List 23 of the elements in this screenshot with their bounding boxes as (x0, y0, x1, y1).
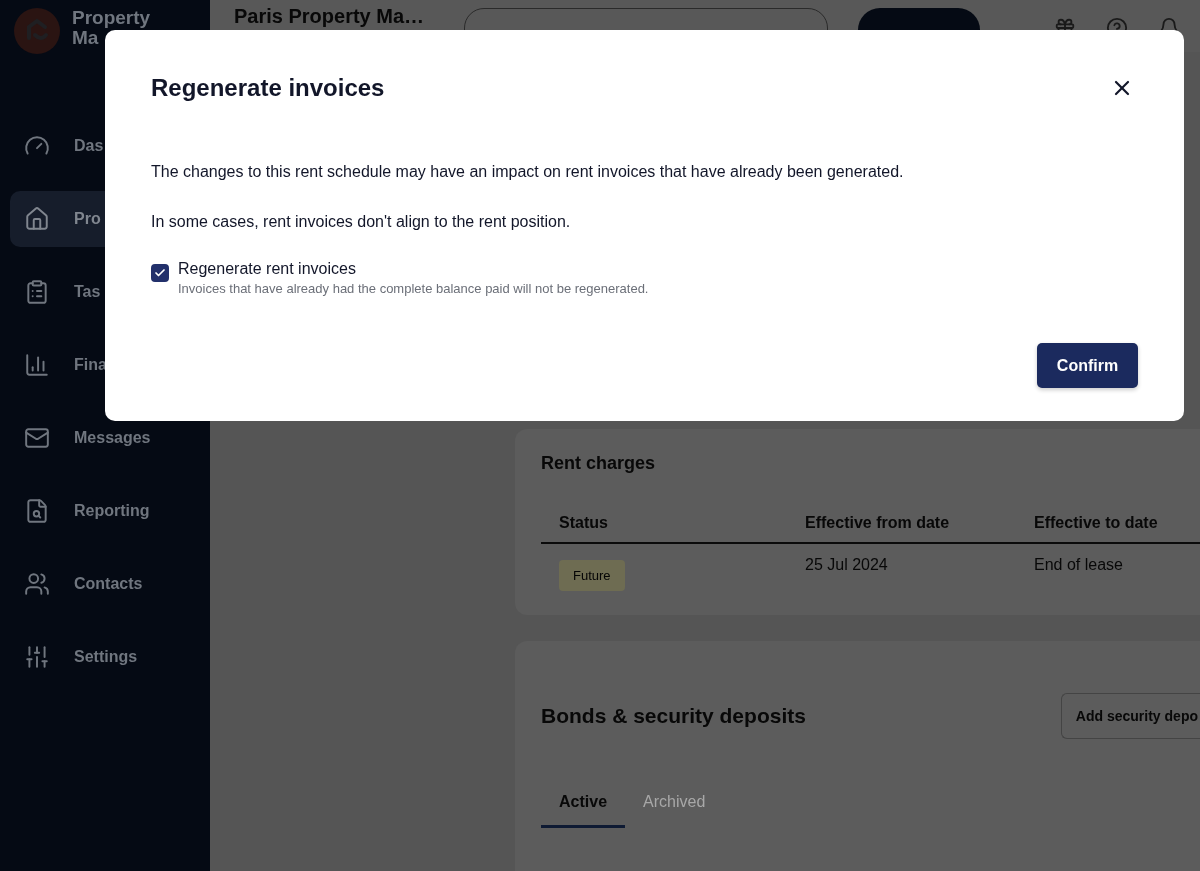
section-title: Rent charges (541, 453, 657, 474)
dialog-title: Regenerate invoices (151, 74, 385, 102)
page-title: Paris Property Ma… (234, 5, 426, 28)
nav-label: Tas (74, 283, 101, 301)
section-title: Bonds & security deposits (541, 704, 806, 728)
logo-text: Ma (72, 28, 99, 48)
nav-label: Contacts (74, 575, 143, 593)
checkbox-label: Regenerate rent invoices (178, 260, 357, 278)
nav-label: Das (74, 137, 104, 155)
nav-label: Settings (74, 648, 138, 666)
column-header: Status (559, 514, 609, 532)
nav-label: Pro (74, 210, 101, 228)
checkbox-hint: Invoices that have already had the complete balance paid will not be regenerated. (178, 281, 649, 296)
table-cell-text: 25 Jul 2024 (805, 556, 889, 574)
nav-label: Reporting (74, 502, 150, 520)
dialog-text: The changes to this rent schedule may have an impact on rent invoices that have already been generated. (151, 162, 905, 182)
dialog-text: In some cases, rent invoices don't align to the rent position. (151, 212, 572, 232)
column-header: Effective from date (805, 514, 951, 532)
logo-text: Property (72, 8, 151, 28)
column-header: Effective to date (1034, 514, 1159, 532)
status-tag: Future (559, 560, 625, 591)
nav-label: Messages (74, 429, 151, 447)
table-cell-text: End of lease (1034, 556, 1124, 574)
